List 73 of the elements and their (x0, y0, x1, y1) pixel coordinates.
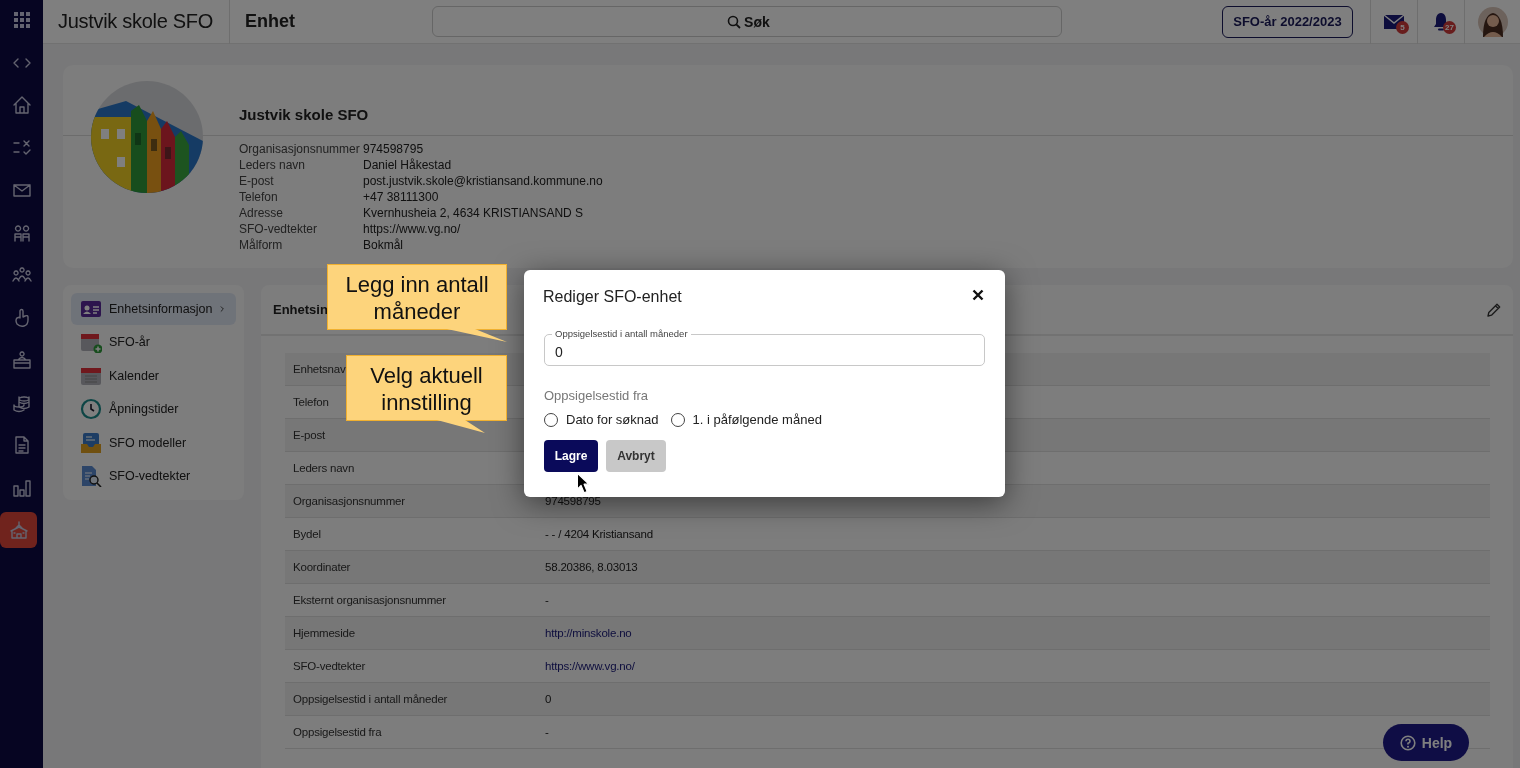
unit-name: Justvik skole SFO (239, 106, 369, 123)
table-cell: Oppsigelsestid i antall måneder (293, 693, 448, 705)
field-value: https://www.vg.no/ (363, 221, 462, 237)
radio-option[interactable]: 1. i påfølgende måned (670, 412, 822, 427)
table-cell: Telefon (293, 396, 329, 408)
field-label: Adresse (239, 205, 285, 221)
bar-chart-icon[interactable] (11, 477, 32, 498)
table-cell: Enhetsnav (293, 363, 346, 375)
page-title: Enhet (243, 11, 296, 32)
side-menu-item[interactable]: SFO modeller (71, 427, 236, 459)
field-value: Daniel Håkestad (363, 157, 453, 173)
field-value: Kvernhusheia 2, 4634 KRISTIANSAND S (363, 205, 585, 221)
field-label: Målform (239, 237, 284, 253)
mouse-pointer-icon (576, 472, 591, 494)
table-cell: 0 (545, 693, 552, 705)
field-value: Bokmål (363, 237, 404, 253)
table-cell: Organisasjonsnummer (293, 495, 405, 507)
people-icon[interactable] (11, 222, 32, 243)
panel-title: Enhetsin (273, 302, 328, 317)
document-search-icon (80, 465, 102, 488)
table-cell: Bydel (293, 528, 321, 540)
field-value: post.justvik.skole@kristiansand.kommune.no (363, 173, 603, 189)
field-value: +47 38111300 (363, 189, 440, 205)
radio-option[interactable]: Dato for søknad (544, 412, 659, 427)
field-label: Organisasjonsnummer (239, 141, 361, 157)
field-label: SFO-vedtekter (239, 221, 319, 237)
table-cell: SFO-vedtekter (293, 660, 366, 672)
table-cell: E-post (293, 429, 326, 441)
help-icon (1399, 734, 1416, 751)
table-cell: - (545, 726, 549, 738)
side-menu-item[interactable]: SFO-år (71, 326, 236, 358)
dialog-title: Rediger SFO-enhet (543, 287, 682, 306)
mail-icon (1382, 12, 1405, 31)
avatar (1477, 6, 1508, 37)
cancel-button[interactable]: Avbryt (606, 440, 666, 472)
home-icon[interactable] (11, 95, 32, 115)
table-cell: - - / 4204 Kristiansand (545, 528, 653, 540)
table-cell: 974598795 (545, 495, 601, 507)
side-menu-item[interactable]: Kalender (71, 360, 236, 392)
apps-grid-icon[interactable] (11, 10, 32, 30)
table-cell: Leders navn (293, 462, 355, 474)
clock-icon (80, 398, 102, 421)
field-label: Oppsigelsestid i antall måneder (552, 328, 691, 340)
edit-icon[interactable] (1486, 301, 1502, 318)
link[interactable]: http://minskole.no (545, 627, 632, 639)
table-cell: Oppsigelsestid fra (293, 726, 382, 738)
table-cell: Eksternt organisasjonsnummer (293, 594, 446, 606)
field-label: E-post (239, 173, 275, 189)
field-label: Leders navn (239, 157, 307, 173)
side-menu-item[interactable]: Åpningstider (71, 393, 236, 425)
search-field[interactable]: Søk (431, 6, 1062, 37)
side-menu-item[interactable]: Enhetsinformasjon (71, 293, 236, 325)
field-value: 974598795 (363, 141, 425, 157)
side-menu-item[interactable]: SFO-vedtekter (71, 460, 236, 492)
table-cell: Hjemmeside (293, 627, 355, 639)
rail-nav-item[interactable] (0, 512, 37, 548)
table-cell: - (545, 594, 549, 606)
search-icon (726, 15, 741, 29)
table-cell: 58.20386, 8.03013 (545, 561, 638, 573)
radio-group-label: Oppsigelsestid fra (544, 388, 650, 403)
calendar-add-icon (80, 331, 102, 354)
inbox-icon (80, 431, 102, 454)
year-button[interactable]: SFO-år 2022/2023 (1221, 5, 1353, 38)
app-title: Justvik skole SFO (43, 0, 230, 44)
close-icon[interactable] (972, 288, 984, 301)
field-label: Telefon (239, 189, 279, 205)
school-icon (8, 520, 29, 540)
table-cell: Koordinater (293, 561, 351, 573)
link[interactable]: https://www.vg.no/ (545, 660, 635, 672)
desk-icon[interactable] (11, 350, 32, 370)
save-button[interactable]: Lagre (544, 440, 598, 472)
help-button[interactable]: Help (1383, 724, 1469, 761)
callout-pointer (447, 329, 507, 343)
